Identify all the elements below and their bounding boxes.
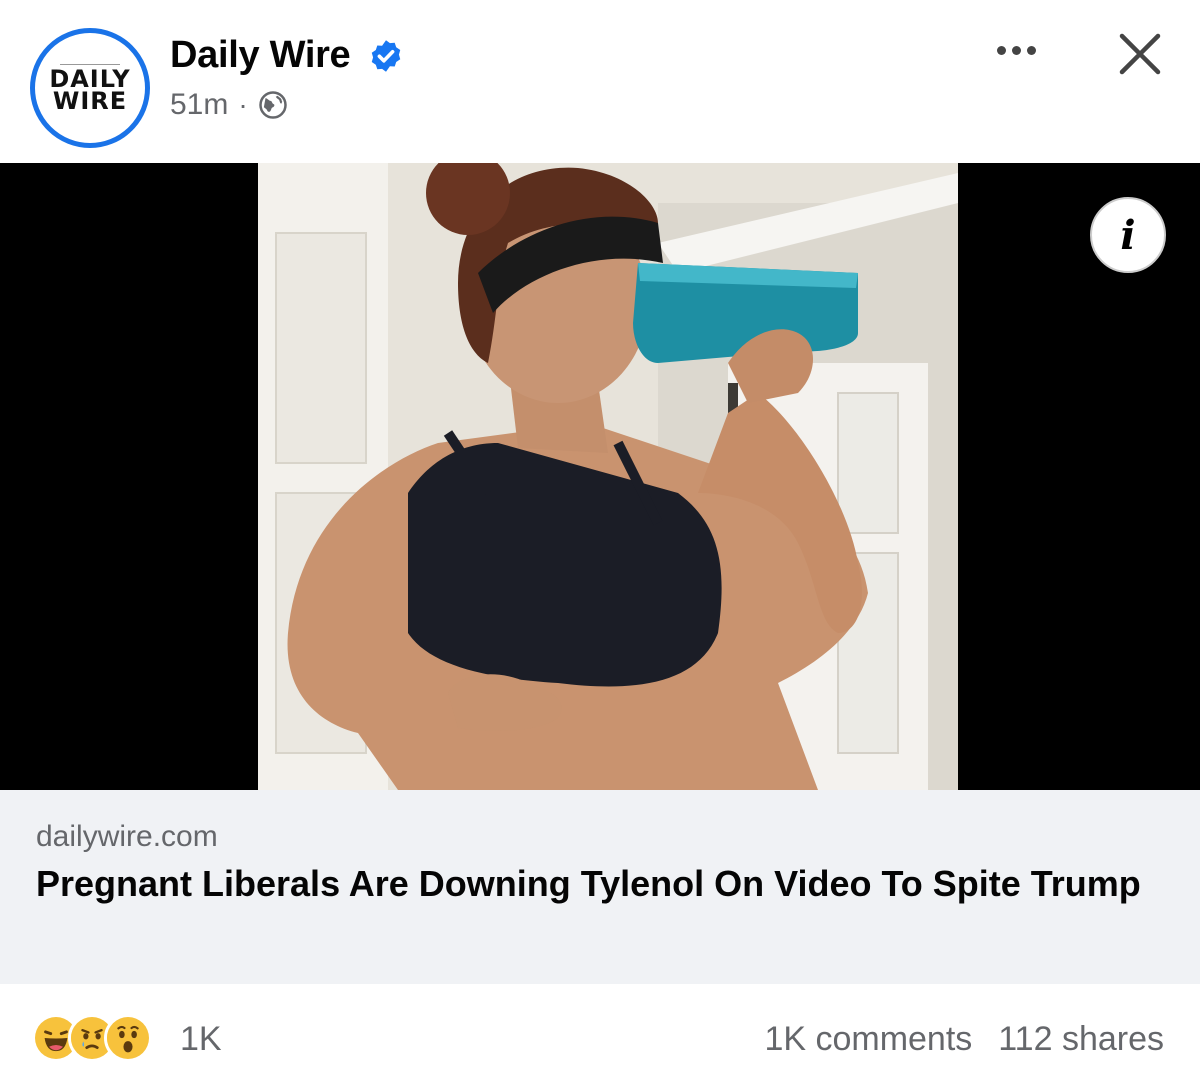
link-domain: dailywire.com: [36, 820, 218, 853]
photo-illustration: [258, 163, 958, 790]
link-preview[interactable]: dailywire.com Pregnant Liberals Are Down…: [0, 790, 1200, 984]
post-header: DAILY WIRE Daily Wire 51m ·: [0, 0, 1200, 163]
verified-badge-icon: [371, 40, 401, 72]
page-name[interactable]: Daily Wire: [170, 34, 351, 77]
post-timestamp[interactable]: 51m: [170, 88, 228, 122]
shares-count[interactable]: 112 shares: [998, 1020, 1164, 1059]
close-icon[interactable]: [1112, 26, 1168, 82]
more-options-icon: [996, 45, 1006, 55]
reaction-count[interactable]: 1K: [180, 1020, 222, 1059]
post-media[interactable]: i: [0, 163, 1200, 790]
link-headline[interactable]: Pregnant Liberals Are Downing Tylenol On…: [36, 860, 1156, 908]
more-options-button[interactable]: [986, 30, 1046, 70]
engagement-bar: 1K 1K comments 112 shares: [0, 984, 1200, 1087]
page-avatar[interactable]: DAILY WIRE: [30, 28, 150, 148]
reaction-icons[interactable]: [32, 1014, 152, 1062]
comments-count[interactable]: 1K comments: [764, 1020, 972, 1059]
engagement-stats: 1K comments 112 shares: [764, 1020, 1164, 1059]
avatar-logo-bottom: WIRE: [52, 87, 128, 115]
meta-separator: ·: [238, 89, 248, 120]
info-button[interactable]: i: [1090, 197, 1166, 273]
more-options-dot: [1026, 45, 1036, 55]
more-options-dot: [1011, 45, 1021, 55]
wow-reaction-icon: [104, 1014, 152, 1062]
globe-icon[interactable]: [258, 90, 288, 120]
post-photo[interactable]: [258, 163, 958, 790]
post-meta: 51m ·: [170, 88, 288, 122]
